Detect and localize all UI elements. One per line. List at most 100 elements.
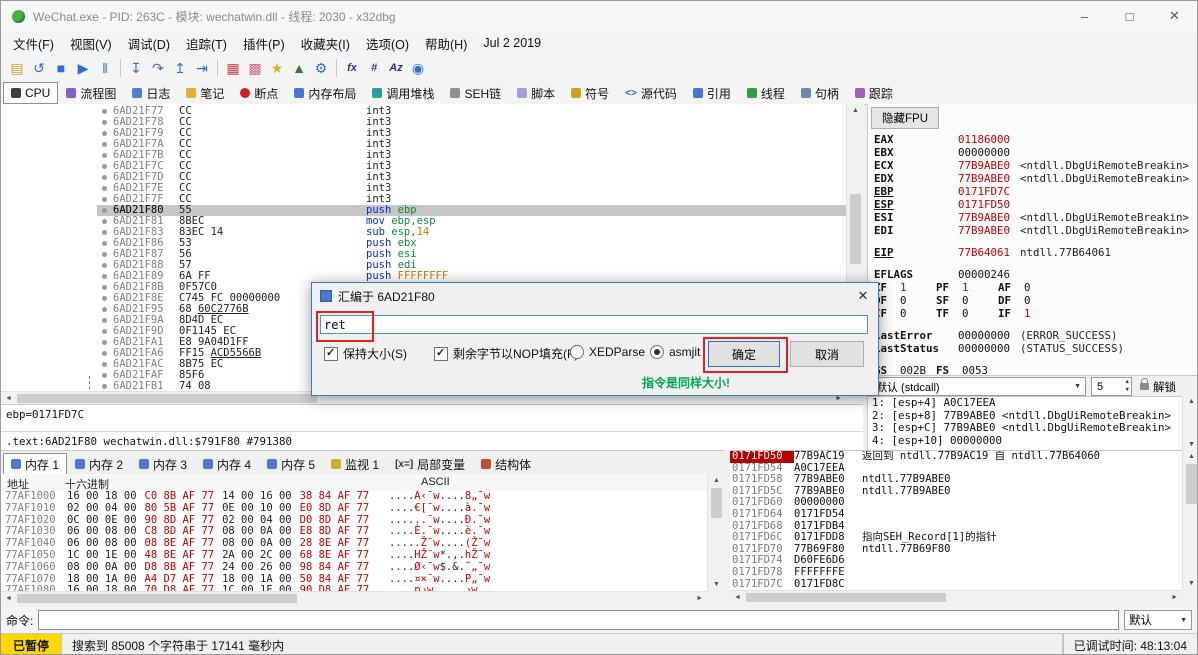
- info-icon[interactable]: ◉: [407, 57, 429, 79]
- tab-dump-2[interactable]: 内存 2: [67, 453, 131, 475]
- menu-file[interactable]: 文件(F): [5, 31, 62, 56]
- memory-row[interactable]: 77AF10501C 00 1E 0048 8E AF 772A 00 2C 0…: [1, 550, 707, 562]
- tab-cpu[interactable]: CPU: [3, 82, 58, 104]
- tab-references[interactable]: 引用: [685, 82, 739, 104]
- scylla-icon[interactable]: ▲: [288, 57, 310, 79]
- patches-icon[interactable]: ▦: [222, 57, 244, 79]
- menu-help[interactable]: 帮助(H): [417, 31, 475, 56]
- stop-icon[interactable]: ■: [50, 57, 72, 79]
- command-input[interactable]: [38, 610, 1119, 630]
- cancel-button[interactable]: 取消: [790, 341, 864, 367]
- tab-symbols[interactable]: 符号: [563, 82, 617, 104]
- flags-row[interactable]: OF0SF0DF0: [868, 294, 1198, 307]
- register-row[interactable]: EFLAGS00000246: [868, 268, 1198, 281]
- stack-row[interactable]: 0171FD640171FD54: [730, 509, 1182, 521]
- register-row[interactable]: EBP0171FD7C: [868, 185, 1198, 198]
- tab-memory-map[interactable]: 内存布局: [286, 82, 364, 104]
- calling-convention-select[interactable]: 默认 (stdcall) ▼: [871, 377, 1086, 396]
- flags-row[interactable]: ZF1PF1AF0: [868, 281, 1198, 294]
- maximize-button[interactable]: □: [1107, 1, 1152, 31]
- menu-plugins[interactable]: 插件(P): [235, 31, 293, 56]
- minimize-button[interactable]: –: [1062, 1, 1107, 31]
- stack-row[interactable]: 0171FD78FFFFFFFE: [730, 567, 1182, 579]
- tab-source[interactable]: <>源代码: [617, 82, 685, 104]
- tab-call-stack[interactable]: 调用堆栈: [364, 82, 442, 104]
- tab-handles[interactable]: 句柄: [793, 82, 847, 104]
- tab-seh[interactable]: SEH链: [442, 82, 509, 104]
- asmjit-radio[interactable]: asmjit: [650, 345, 700, 359]
- tab-dump-5[interactable]: 内存 5: [259, 453, 323, 475]
- flags-row[interactable]: GS002BFS0053: [868, 364, 1198, 375]
- unlock-button[interactable]: 解锁: [1140, 379, 1176, 395]
- tab-script[interactable]: 脚本: [509, 82, 563, 104]
- menu-debug[interactable]: 调试(D): [120, 31, 178, 56]
- spinner-down-icon[interactable]: ▼: [1125, 388, 1130, 394]
- menu-view[interactable]: 视图(V): [62, 31, 120, 56]
- stack-row[interactable]: 0171FD5077B9AC19返回到 ntdll.77B9AC19 自 ntd…: [730, 451, 1182, 463]
- menu-build-date[interactable]: Jul 2 2019: [475, 33, 549, 53]
- assemble-instruction-input[interactable]: [320, 315, 868, 334]
- step-into-icon[interactable]: ↧: [125, 57, 147, 79]
- register-row[interactable]: EBX00000000: [868, 146, 1198, 159]
- menu-options[interactable]: 选项(O): [358, 31, 417, 56]
- functions-icon[interactable]: fx: [341, 57, 363, 79]
- dialog-title-bar[interactable]: 汇编于 6AD21F80 ✕: [312, 283, 878, 309]
- step-out-icon[interactable]: ↥: [169, 57, 191, 79]
- register-row[interactable]: EIP77B64061ntdll.77B64061: [868, 246, 1198, 259]
- ok-button[interactable]: 确定: [708, 341, 780, 367]
- hide-fpu-button[interactable]: 隐藏FPU: [871, 107, 939, 129]
- register-row[interactable]: ESP0171FD50: [868, 198, 1198, 211]
- argument-row[interactable]: 4: [esp+10] 00000000: [868, 435, 1198, 448]
- register-row[interactable]: ECX77B9ABE0<ntdll.DbgUiRemoteBreakin>: [868, 159, 1198, 172]
- tab-locals[interactable]: [x=]局部变量: [387, 453, 473, 475]
- stack-row[interactable]: 0171FD6C0171FDD8指向SEH_Record[1]的指针: [730, 532, 1182, 544]
- memory-row[interactable]: 77AF106008 00 0A 00D8 8B AF 7724 00 26 0…: [1, 562, 707, 574]
- tab-dump-3[interactable]: 内存 3: [131, 453, 195, 475]
- favourites-icon[interactable]: ★: [266, 57, 288, 79]
- register-row[interactable]: EDI77B9ABE0<ntdll.DbgUiRemoteBreakin>: [868, 224, 1198, 237]
- tab-dump-4[interactable]: 内存 4: [195, 453, 259, 475]
- keep-size-checkbox[interactable]: 保持大小(S): [324, 345, 407, 362]
- xedparse-radio[interactable]: XEDParse: [570, 345, 645, 359]
- tab-dump-1[interactable]: 内存 1: [3, 453, 67, 475]
- stack-hscrollbar[interactable]: ◄ ►: [730, 590, 1182, 605]
- pause-icon[interactable]: ‖: [94, 57, 116, 79]
- tab-threads[interactable]: 线程: [739, 82, 793, 104]
- argument-row[interactable]: 3: [esp+C] 77B9ABE0 <ntdll.DbgUiRemoteBr…: [868, 422, 1198, 435]
- dialog-close-icon[interactable]: ✕: [848, 288, 878, 304]
- tab-breakpoints[interactable]: 断点: [232, 82, 286, 104]
- args-vscrollbar[interactable]: ▲ ▼: [1182, 396, 1198, 450]
- command-scope-select[interactable]: 默认 ▼: [1124, 610, 1192, 630]
- case-icon[interactable]: Az: [385, 57, 407, 79]
- tab-graph[interactable]: 流程图: [58, 82, 124, 104]
- run-to-user-code-icon[interactable]: ⇥: [191, 57, 213, 79]
- run-icon[interactable]: ▶: [72, 57, 94, 79]
- register-row[interactable]: EAX01186000: [868, 133, 1198, 146]
- tab-struct[interactable]: 结构体: [473, 453, 539, 475]
- tab-notes[interactable]: 笔记: [178, 82, 232, 104]
- tab-watch-1[interactable]: 监视 1: [323, 453, 387, 475]
- nop-fill-checkbox[interactable]: 剩余字节以NOP填充(F): [434, 345, 578, 362]
- register-row[interactable]: LastError00000000(ERROR_SUCCESS): [868, 329, 1198, 342]
- memory-row[interactable]: 77AF101002 00 04 0080 5B AF 770E 00 10 0…: [1, 503, 707, 515]
- comments-icon[interactable]: ▩: [244, 57, 266, 79]
- register-row[interactable]: ESI77B9ABE0<ntdll.DbgUiRemoteBreakin>: [868, 211, 1198, 224]
- step-over-icon[interactable]: ↷: [147, 57, 169, 79]
- arg-count-stepper[interactable]: 5 ▲ ▼: [1091, 377, 1132, 396]
- spinner-up-icon[interactable]: ▲: [1125, 380, 1130, 386]
- open-file-icon[interactable]: ▤: [6, 57, 28, 79]
- settings-gears-icon[interactable]: ⚙: [310, 57, 332, 79]
- restart-icon[interactable]: ↺: [28, 57, 50, 79]
- register-row[interactable]: EDX77B9ABE0<ntdll.DbgUiRemoteBreakin>: [868, 172, 1198, 185]
- close-button[interactable]: ✕: [1152, 1, 1197, 31]
- argument-row[interactable]: 1: [esp+4] A0C17EEA: [868, 397, 1198, 410]
- tab-trace[interactable]: 跟踪: [847, 82, 901, 104]
- register-row[interactable]: LastStatus00000000(STATUS_SUCCESS): [868, 342, 1198, 355]
- menu-favourites[interactable]: 收藏夹(I): [293, 31, 358, 56]
- tab-log[interactable]: 日志: [124, 82, 178, 104]
- stack-row[interactable]: 0171FD7C0171FD8C: [730, 579, 1182, 591]
- flags-row[interactable]: CF0TF0IF1: [868, 307, 1198, 320]
- memory-hscrollbar[interactable]: ◄ ►: [1, 591, 707, 605]
- menu-trace[interactable]: 追踪(T): [178, 31, 235, 56]
- memory-vscrollbar[interactable]: ▲ ▼: [707, 474, 725, 591]
